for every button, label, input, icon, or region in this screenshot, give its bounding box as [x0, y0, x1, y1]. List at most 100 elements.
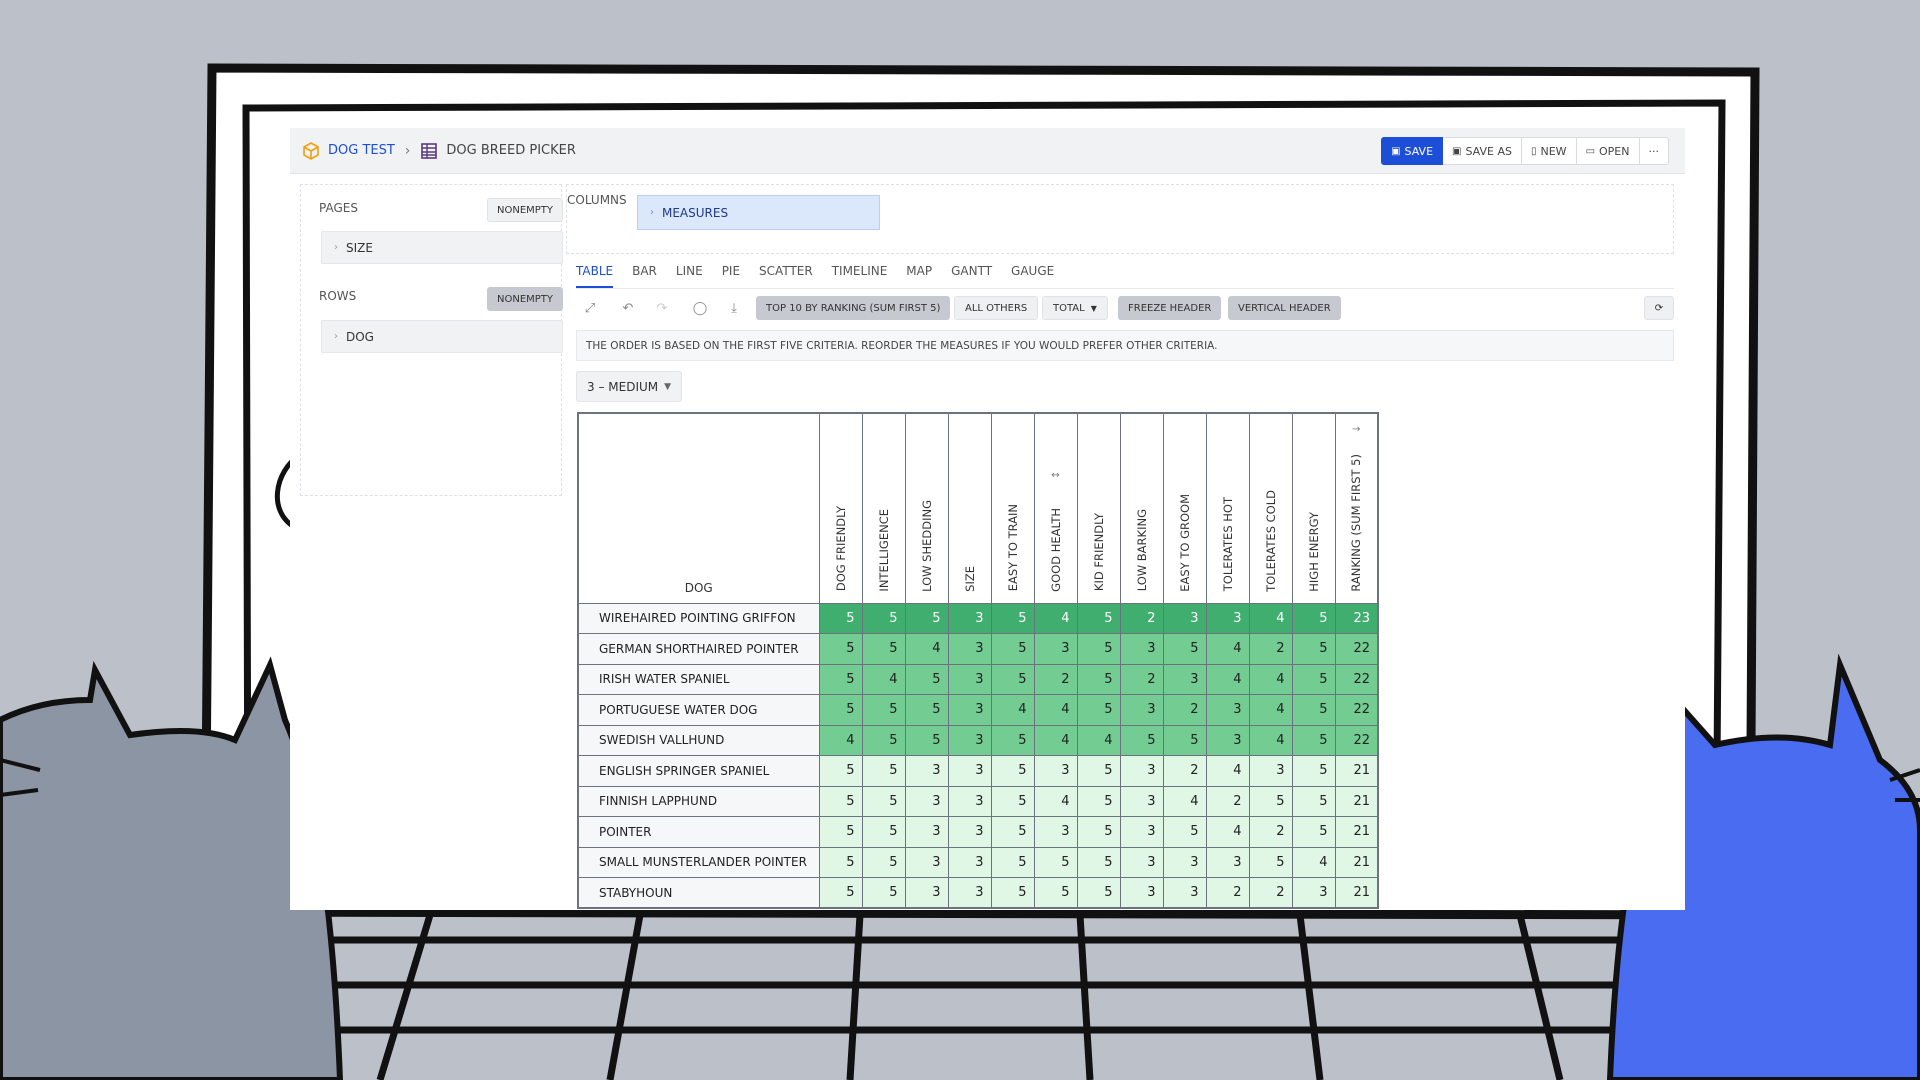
column-header-good-health[interactable]: ↔ GOOD HEALTH: [1033, 412, 1078, 604]
table-cell[interactable]: 5: [861, 755, 906, 787]
table-cell[interactable]: 5: [990, 602, 1035, 634]
column-header-tolerates-hot[interactable]: TOLERATES HOT: [1205, 412, 1250, 604]
table-cell[interactable]: 4: [1205, 755, 1250, 787]
size-filter-dropdown[interactable]: 3 – MEDIUM ▼: [576, 371, 682, 402]
table-cell[interactable]: 3: [904, 755, 949, 787]
table-cell[interactable]: 5: [861, 602, 906, 634]
table-cell[interactable]: 3: [1119, 694, 1164, 726]
table-cell[interactable]: 5: [1162, 816, 1207, 848]
pages-dimension-size[interactable]: › SIZE: [321, 231, 563, 264]
table-cell[interactable]: 5: [990, 724, 1035, 756]
table-cell[interactable]: 2: [1162, 694, 1207, 726]
column-header-dog[interactable]: DOG: [577, 412, 820, 604]
table-cell[interactable]: 5: [990, 846, 1035, 878]
save-as-button[interactable]: ▣ SAVE AS: [1443, 137, 1522, 165]
table-cell[interactable]: 21: [1334, 846, 1379, 878]
table-cell[interactable]: 2: [1248, 877, 1293, 909]
column-header-intelligence[interactable]: INTELLIGENCE: [861, 412, 906, 604]
table-cell[interactable]: 5: [818, 846, 863, 878]
refresh-button[interactable]: ⟳: [1644, 296, 1674, 320]
table-cell[interactable]: 4: [1033, 694, 1078, 726]
resize-icon[interactable]: ↔: [1035, 470, 1077, 481]
table-cell[interactable]: 4: [1033, 724, 1078, 756]
table-cell[interactable]: 5: [904, 602, 949, 634]
column-header-easy-to-train[interactable]: EASY TO TRAIN: [990, 412, 1035, 604]
table-cell[interactable]: 22: [1334, 694, 1379, 726]
table-cell[interactable]: 5: [1076, 816, 1121, 848]
table-cell[interactable]: 4: [1076, 724, 1121, 756]
table-cell[interactable]: 3: [947, 724, 992, 756]
table-cell[interactable]: 3: [947, 816, 992, 848]
table-cell[interactable]: 5: [861, 785, 906, 817]
column-header-low-barking[interactable]: LOW BARKING: [1119, 412, 1164, 604]
table-cell[interactable]: 3: [1205, 602, 1250, 634]
pages-nonempty-toggle[interactable]: NONEMPTY: [487, 198, 563, 222]
table-cell[interactable]: 4: [818, 724, 863, 756]
table-cell[interactable]: 3: [947, 755, 992, 787]
row-header-dog[interactable]: ENGLISH SPRINGER SPANIEL: [577, 755, 820, 787]
table-cell[interactable]: 3: [1162, 877, 1207, 909]
table-cell[interactable]: 3: [1162, 602, 1207, 634]
table-cell[interactable]: 5: [1076, 846, 1121, 878]
sort-arrow-icon[interactable]: →: [1336, 424, 1378, 435]
table-cell[interactable]: 5: [1033, 846, 1078, 878]
table-cell[interactable]: 5: [1291, 633, 1336, 665]
table-cell[interactable]: 3: [947, 633, 992, 665]
table-cell[interactable]: 5: [861, 724, 906, 756]
table-cell[interactable]: 3: [1119, 846, 1164, 878]
top10-button[interactable]: TOP 10 BY RANKING (SUM FIRST 5): [756, 296, 951, 320]
table-cell[interactable]: 5: [1076, 785, 1121, 817]
save-button[interactable]: ▣ SAVE: [1381, 137, 1444, 165]
table-cell[interactable]: 5: [818, 633, 863, 665]
table-cell[interactable]: 5: [990, 755, 1035, 787]
table-cell[interactable]: 3: [1119, 877, 1164, 909]
table-cell[interactable]: 5: [818, 755, 863, 787]
table-cell[interactable]: 4: [904, 633, 949, 665]
tab-table[interactable]: TABLE: [576, 264, 614, 288]
table-cell[interactable]: 3: [1119, 633, 1164, 665]
table-cell[interactable]: 5: [1291, 694, 1336, 726]
table-cell[interactable]: 21: [1334, 755, 1379, 787]
table-cell[interactable]: 5: [1033, 877, 1078, 909]
table-cell[interactable]: 5: [1248, 785, 1293, 817]
row-header-dog[interactable]: STABYHOUN: [577, 877, 820, 909]
tab-pie[interactable]: PIE: [722, 264, 740, 288]
table-cell[interactable]: 5: [1162, 724, 1207, 756]
table-cell[interactable]: 2: [1248, 633, 1293, 665]
table-cell[interactable]: 4: [990, 694, 1035, 726]
column-header-low-shedding[interactable]: LOW SHEDDING: [904, 412, 949, 604]
table-cell[interactable]: 5: [990, 663, 1035, 695]
table-cell[interactable]: 3: [904, 846, 949, 878]
table-cell[interactable]: 4: [1033, 602, 1078, 634]
table-cell[interactable]: 3: [1033, 633, 1078, 665]
tab-bar[interactable]: BAR: [632, 264, 657, 288]
table-cell[interactable]: 2: [1119, 663, 1164, 695]
table-cell[interactable]: 5: [861, 846, 906, 878]
table-cell[interactable]: 4: [1205, 816, 1250, 848]
column-header-dog-friendly[interactable]: DOG FRIENDLY: [818, 412, 863, 604]
table-cell[interactable]: 22: [1334, 724, 1379, 756]
comment-button[interactable]: ◯: [686, 296, 714, 320]
table-cell[interactable]: 4: [861, 663, 906, 695]
table-cell[interactable]: 5: [990, 816, 1035, 848]
table-cell[interactable]: 2: [1033, 663, 1078, 695]
table-cell[interactable]: 21: [1334, 785, 1379, 817]
table-cell[interactable]: 2: [1248, 816, 1293, 848]
table-cell[interactable]: 3: [947, 877, 992, 909]
row-header-dog[interactable]: PORTUGUESE WATER DOG: [577, 694, 820, 726]
download-button[interactable]: ⤓: [720, 296, 748, 320]
table-cell[interactable]: 3: [1205, 846, 1250, 878]
table-cell[interactable]: 4: [1248, 694, 1293, 726]
column-header-tolerates-cold[interactable]: TOLERATES COLD: [1248, 412, 1293, 604]
open-button[interactable]: ▭ OPEN: [1576, 137, 1640, 165]
all-others-button[interactable]: ALL OTHERS: [954, 296, 1039, 320]
table-cell[interactable]: 4: [1248, 724, 1293, 756]
table-cell[interactable]: 3: [947, 602, 992, 634]
measures-chip[interactable]: › MEASURES: [637, 195, 880, 230]
table-cell[interactable]: 4: [1205, 633, 1250, 665]
row-header-dog[interactable]: WIREHAIRED POINTING GRIFFON: [577, 602, 820, 634]
table-cell[interactable]: 3: [947, 846, 992, 878]
tab-gauge[interactable]: GAUGE: [1011, 264, 1054, 288]
freeze-header-button[interactable]: FREEZE HEADER: [1118, 296, 1222, 320]
table-cell[interactable]: 5: [1291, 785, 1336, 817]
